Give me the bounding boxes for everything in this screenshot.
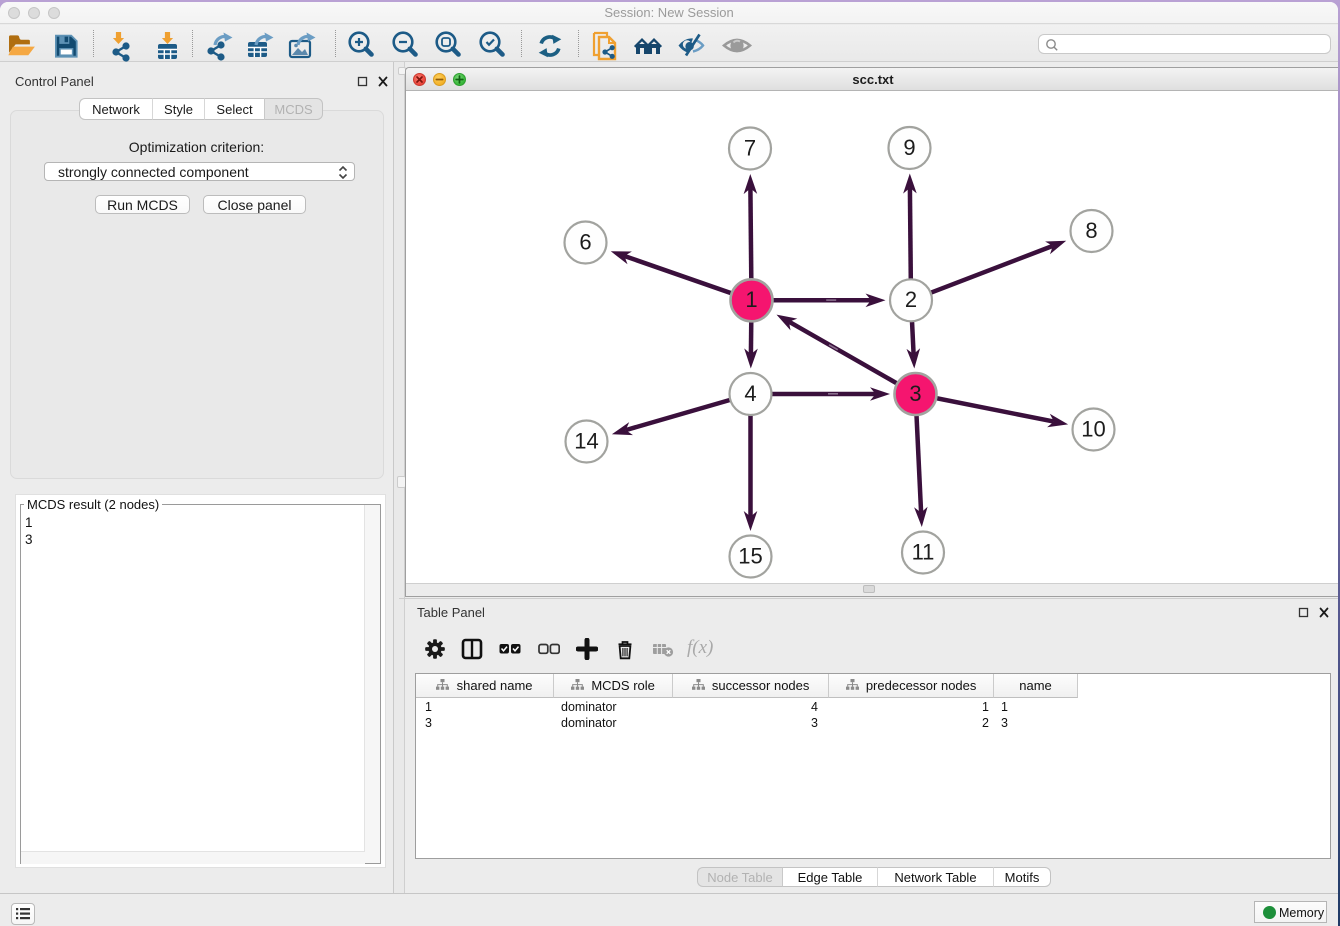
svg-text:9: 9 [903, 135, 915, 160]
svg-text:10: 10 [1081, 416, 1105, 441]
svg-text:7: 7 [744, 135, 756, 160]
svg-text:11: 11 [912, 539, 935, 564]
svg-text:8: 8 [1085, 218, 1097, 243]
svg-text:15: 15 [738, 543, 762, 568]
svg-text:4: 4 [744, 381, 756, 406]
svg-text:14: 14 [574, 428, 598, 453]
svg-text:1: 1 [745, 287, 757, 312]
svg-text:2: 2 [905, 287, 917, 312]
svg-text:6: 6 [579, 229, 591, 254]
svg-text:3: 3 [909, 381, 921, 406]
